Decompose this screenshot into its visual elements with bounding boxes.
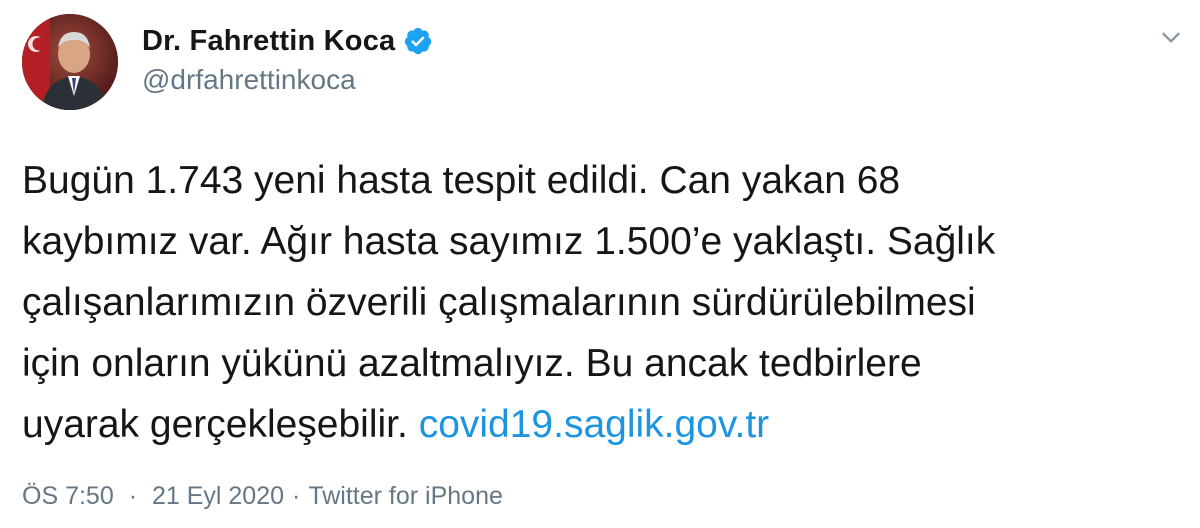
tweet-timestamp[interactable]: ÖS 7:50 · 21 Eyl 2020 [22, 482, 284, 511]
tweet-text: Bugün 1.743 yeni hasta tespit edildi. Ca… [22, 150, 1182, 455]
tweet-meta: ÖS 7:50 · 21 Eyl 2020 · Twitter for iPho… [22, 482, 503, 511]
tweet-source[interactable]: Twitter for iPhone [308, 482, 503, 511]
meta-separator: · [128, 482, 138, 510]
chevron-down-icon[interactable] [1156, 22, 1186, 52]
tweet-link[interactable]: covid19.saglik.gov.tr [419, 403, 769, 446]
tweet-text-line: Bugün 1.743 yeni hasta tespit edildi. Ca… [22, 159, 901, 202]
author-handle[interactable]: @drfahrettinkoca [142, 64, 356, 96]
tweet-date: 21 Eyl 2020 [151, 482, 285, 510]
meta-separator: · [292, 482, 301, 510]
tweet-text-line: çalışanlarımızın özverili çalışmalarının… [22, 281, 976, 324]
tweet-text-line: için onların yükünü azaltmalıyız. Bu anc… [22, 342, 922, 385]
avatar[interactable] [22, 14, 118, 110]
tweet-text-line: uyarak gerçekleşebilir. [22, 403, 419, 446]
avatar-image [22, 14, 118, 110]
tweet-card: Dr. Fahrettin Koca @drfahrettinkoca Bugü… [0, 0, 1200, 528]
author-name-row[interactable]: Dr. Fahrettin Koca [142, 20, 433, 62]
verified-badge-icon [403, 26, 433, 56]
author-display-name[interactable]: Dr. Fahrettin Koca [142, 25, 395, 58]
tweet-time: ÖS 7:50 [22, 482, 114, 510]
tweet-text-line: kaybımız var. Ağır hasta sayımız 1.500’e… [22, 220, 996, 263]
